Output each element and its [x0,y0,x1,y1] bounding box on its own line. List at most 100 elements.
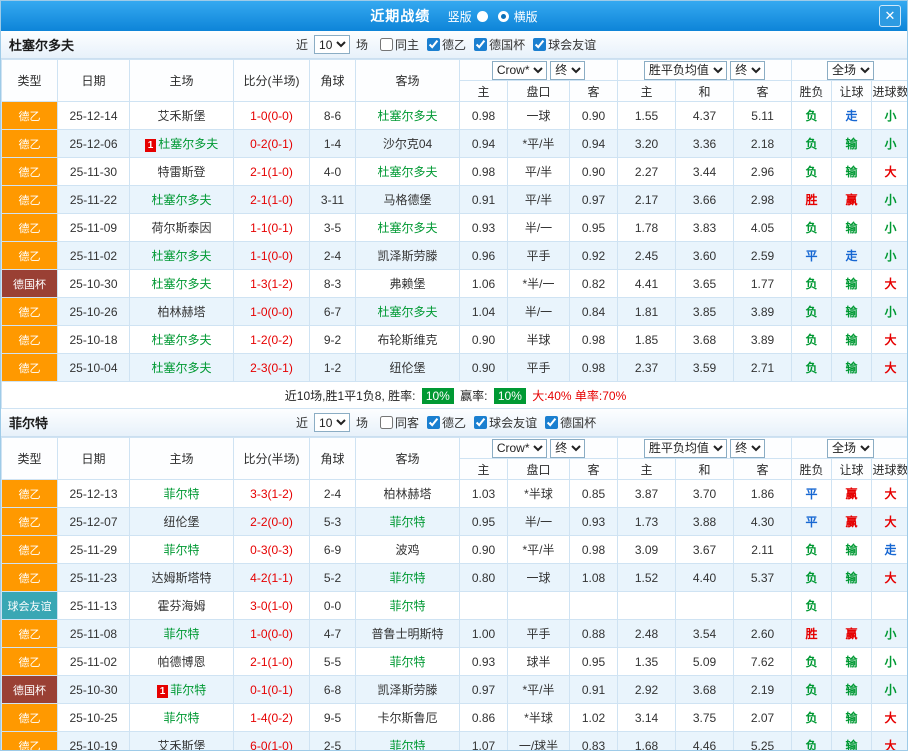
filter-option[interactable]: 德国杯 [474,36,525,53]
avg-select[interactable]: 胜平负均值 [643,60,727,80]
away-team-name[interactable]: 菲尔特 [389,515,425,529]
away-team-name[interactable]: 波鸡 [395,543,419,557]
match-count-select[interactable]: 10 [314,35,351,54]
home-team-name[interactable]: 杜塞尔多夫 [158,137,218,151]
home-team-name[interactable]: 纽伦堡 [163,515,199,529]
away-team-name[interactable]: 杜塞尔多夫 [377,165,437,179]
away-team-cell: 菲尔特 [355,563,460,592]
avg-draw-cell: 5.09 [675,647,735,676]
home-team-name[interactable]: 菲尔特 [170,683,206,697]
summary-text: 大:40% 单率:70% [528,388,627,403]
filter-checkbox[interactable] [545,416,559,429]
away-team-name[interactable]: 弗赖堡 [389,277,425,291]
away-team-name[interactable]: 纽伦堡 [389,361,425,375]
home-team-name[interactable]: 霍芬海姆 [157,599,205,613]
score-cell: 2-1(1-0) [233,157,310,186]
home-team-name[interactable]: 帕德博恩 [157,655,205,669]
away-team-cell: 杜塞尔多夫 [355,297,460,326]
filter-option[interactable]: 德乙 [427,36,466,53]
odds-home-cell: 0.96 [459,241,508,270]
home-team-name[interactable]: 杜塞尔多夫 [151,277,211,291]
avg-final-select[interactable]: 终 [730,438,766,458]
away-team-name[interactable]: 杜塞尔多夫 [377,305,437,319]
close-button[interactable]: ✕ [879,5,901,27]
home-team-name[interactable]: 柏林赫塔 [157,305,205,319]
match-row: 德乙 25-11-29 菲尔特 0-3(0-3) 6-9 波鸡 0.90 *平/半 0.98 3.… [1,535,907,564]
radio-selected-icon[interactable] [497,11,509,22]
home-team-name[interactable]: 菲尔特 [163,487,199,501]
result-handicap-cell: 输 [831,297,873,326]
scope-select[interactable]: 全场 [827,438,875,458]
filter-checkbox[interactable] [427,416,441,429]
filter-checkbox[interactable] [380,38,394,51]
odds-home-cell: 0.80 [459,563,508,592]
layout-horizontal-option[interactable]: 横版 [493,8,538,25]
avg-select[interactable]: 胜平负均值 [643,438,727,458]
match-row: 德乙 25-11-22 杜塞尔多夫 2-1(1-0) 3-11 马格德堡 0.91 平/半 0.… [1,185,907,214]
radio-unselected-icon[interactable] [476,11,488,22]
away-team-cell: 波鸡 [355,535,460,564]
away-team-name[interactable]: 菲尔特 [389,599,425,613]
home-team-name[interactable]: 杜塞尔多夫 [151,333,211,347]
filter-option[interactable]: 德国杯 [545,414,596,431]
filter-option[interactable]: 同主 [380,36,419,53]
filter-option[interactable]: 同客 [380,414,419,431]
odds-away-cell: 0.84 [568,297,619,326]
home-team-name[interactable]: 特雷斯登 [157,165,205,179]
scope-group-header: 全场 [791,59,907,81]
away-team-name[interactable]: 普鲁士明斯特 [371,627,443,641]
col-odds-home: 主 [459,458,508,480]
away-team-name[interactable]: 杜塞尔多夫 [377,109,437,123]
summary-text: 赢率: [456,388,491,403]
away-team-name[interactable]: 卡尔斯鲁厄 [377,711,437,725]
away-team-name[interactable]: 凯泽斯劳滕 [377,249,437,263]
odds-final-select[interactable]: 终 [550,438,586,458]
away-team-name[interactable]: 杜塞尔多夫 [377,221,437,235]
result-goals-cell: 大 [871,507,907,536]
avg-draw-cell [675,591,735,620]
home-team-name[interactable]: 杜塞尔多夫 [151,361,211,375]
home-team-name[interactable]: 艾禾斯堡 [157,739,205,750]
filter-checkbox[interactable] [427,38,441,51]
odds-company-select[interactable]: Crow* [491,60,547,80]
result-wl-cell: 负 [791,213,833,242]
filter-checkbox[interactable] [474,416,488,429]
scope-select[interactable]: 全场 [827,60,875,80]
home-team-name[interactable]: 杜塞尔多夫 [151,249,211,263]
filter-checkbox[interactable] [533,38,547,51]
filter-option[interactable]: 球会友谊 [474,414,537,431]
odds-away-cell: 0.83 [568,731,619,750]
match-row: 德乙 25-11-08 菲尔特 1-0(0-0) 4-7 普鲁士明斯特 1.00 平手 0.88… [1,619,907,648]
avg-final-select[interactable]: 终 [730,60,766,80]
team-name-duesseldorf[interactable]: 杜塞尔多夫 [9,35,74,54]
odds-company-select[interactable]: Crow* [491,438,547,458]
away-team-name[interactable]: 菲尔特 [389,739,425,750]
away-team-name[interactable]: 马格德堡 [383,193,431,207]
league-type-cell: 德乙 [1,129,58,158]
filter-checkbox[interactable] [474,38,488,51]
away-team-name[interactable]: 菲尔特 [389,571,425,585]
away-team-name[interactable]: 柏林赫塔 [383,487,431,501]
home-team-name[interactable]: 菲尔特 [163,543,199,557]
filter-checkbox[interactable] [380,416,394,429]
home-team-name[interactable]: 达姆斯塔特 [151,571,211,585]
filter-option[interactable]: 德乙 [427,414,466,431]
home-team-name[interactable]: 杜塞尔多夫 [151,193,211,207]
home-team-name[interactable]: 菲尔特 [163,627,199,641]
odds-away-cell: 1.08 [568,563,619,592]
team-name-fuerth[interactable]: 菲尔特 [9,413,48,432]
away-team-cell: 杜塞尔多夫 [355,157,460,186]
odds-final-select[interactable]: 终 [550,60,586,80]
col-result-wl: 胜负 [791,80,833,102]
avg-away-cell: 1.77 [733,269,793,298]
home-team-name[interactable]: 菲尔特 [163,711,199,725]
home-team-name[interactable]: 艾禾斯堡 [157,109,205,123]
filter-option[interactable]: 球会友谊 [533,36,596,53]
match-count-select[interactable]: 10 [314,413,351,432]
away-team-name[interactable]: 凯泽斯劳滕 [377,683,437,697]
away-team-name[interactable]: 菲尔特 [389,655,425,669]
away-team-name[interactable]: 沙尔克04 [383,137,432,151]
away-team-name[interactable]: 布轮斯维克 [377,333,437,347]
home-team-name[interactable]: 荷尔斯泰因 [151,221,211,235]
layout-vertical-option[interactable]: 竖版 [448,8,493,25]
